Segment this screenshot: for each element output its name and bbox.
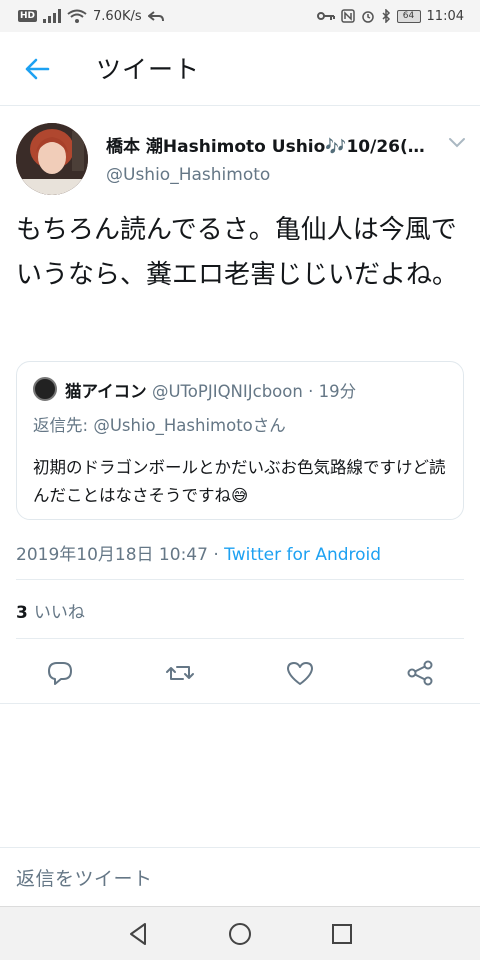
- reply-composer[interactable]: 返信をツイート: [0, 847, 480, 905]
- app-bar: ツイート: [0, 32, 480, 106]
- action-bar: [0, 652, 480, 692]
- quoted-reply-to: 返信先: @Ushio_Hashimotoさん: [33, 412, 286, 436]
- avatar-photo: [16, 123, 88, 195]
- nav-recents-icon[interactable]: [328, 920, 356, 948]
- net-speed: 7.60K/s: [93, 8, 142, 24]
- tweet-text: もちろん読んでるさ。亀仙人は今風でいうなら、糞エロ老害じじいだよね。: [16, 215, 459, 290]
- status-bar: HD 7.60K/s 64 11:04: [0, 0, 480, 32]
- quoted-separator: ·: [308, 382, 314, 401]
- divider: [16, 579, 464, 580]
- reply-icon[interactable]: [45, 658, 75, 688]
- timestamp-separator: ·: [213, 545, 219, 565]
- nav-back-icon[interactable]: [125, 920, 153, 948]
- likes-summary[interactable]: 3 いいね: [16, 598, 85, 623]
- author-avatar[interactable]: [16, 123, 88, 195]
- hd-badge: HD: [18, 10, 38, 22]
- quoted-name: 猫アイコン: [65, 382, 147, 401]
- nav-home-icon[interactable]: [226, 920, 254, 948]
- reply-input[interactable]: 返信をツイート: [16, 864, 153, 891]
- quoted-age: 19分: [318, 382, 357, 401]
- retweet-icon[interactable]: [165, 658, 195, 688]
- divider: [0, 703, 480, 704]
- wifi-icon: [67, 9, 87, 23]
- quoted-header: 猫アイコン @UToPJIQNIJcboon · 19分: [65, 378, 356, 402]
- quoted-avatar: [33, 377, 57, 401]
- share-icon[interactable]: [405, 658, 435, 688]
- like-icon[interactable]: [285, 658, 315, 688]
- like-label: いいね: [33, 603, 85, 623]
- chevron-down-icon[interactable]: [447, 136, 467, 150]
- source-link[interactable]: Twitter for Android: [224, 545, 381, 565]
- quoted-tweet-card[interactable]: 猫アイコン @UToPJIQNIJcboon · 19分 返信先: @Ushio…: [16, 361, 464, 520]
- timestamp-text: 2019年10月18日 10:47: [16, 545, 208, 565]
- system-nav-bar: [0, 906, 480, 960]
- quoted-text: 初期のドラゴンボールとかだいぶお色気路線ですけど読んだことはなさそうですね😅: [33, 458, 446, 505]
- clock: 11:04: [426, 8, 464, 24]
- cell-signal-icon: [43, 9, 62, 23]
- reply-target: @Ushio_Hashimoto: [93, 416, 253, 435]
- battery-icon: 64: [396, 9, 421, 23]
- tweet-timestamp: 2019年10月18日 10:47 · Twitter for Android: [16, 540, 381, 565]
- reply-suffix: さん: [252, 416, 286, 435]
- nfc-icon: [340, 9, 355, 23]
- share-status-icon: [147, 11, 164, 22]
- reply-prefix: 返信先:: [33, 416, 94, 435]
- arrow-left-icon: [25, 58, 50, 80]
- back-button[interactable]: [22, 54, 52, 84]
- bluetooth-icon: [382, 9, 390, 23]
- like-count: 3: [16, 603, 28, 623]
- quoted-handle: @UToPJIQNIJcboon: [151, 382, 303, 401]
- battery-level: 64: [402, 11, 415, 21]
- author-name[interactable]: 橋本 潮Hashimoto Ushio🎶10/26(…: [106, 132, 426, 157]
- alarm-icon: [361, 11, 374, 23]
- author-handle[interactable]: @Ushio_Hashimoto: [106, 165, 270, 185]
- divider: [16, 638, 464, 639]
- page-title: ツイート: [96, 55, 201, 84]
- key-icon: [316, 12, 335, 20]
